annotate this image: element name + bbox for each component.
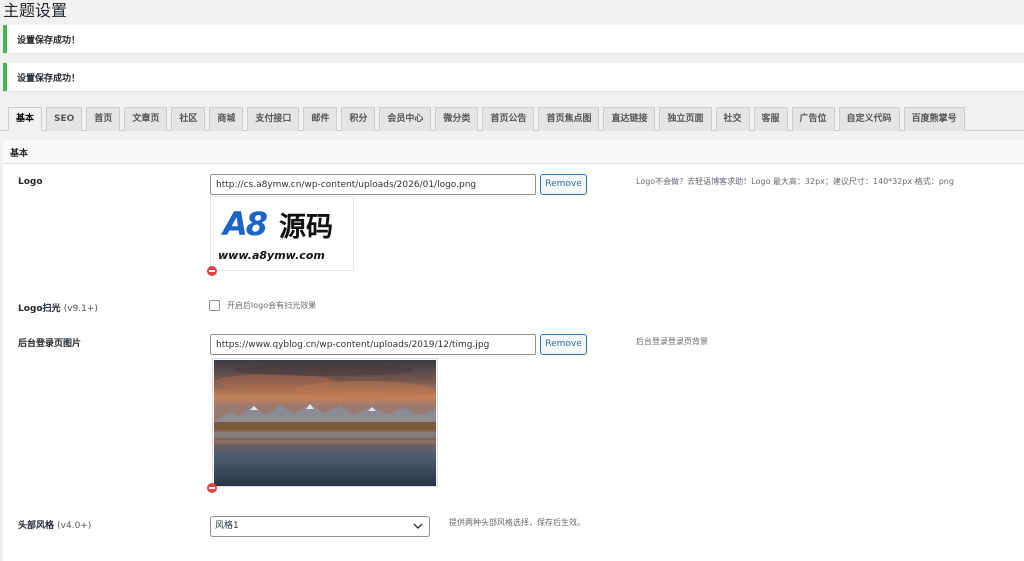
logo-preview: A8 源码 www.a8ymw.com	[210, 196, 354, 271]
tab-item[interactable]: 独立页面	[659, 107, 712, 131]
tab-item[interactable]: SEO	[46, 107, 83, 131]
tab-item[interactable]: 商城	[209, 107, 244, 131]
login-bg-label: 后台登录页图片	[18, 339, 82, 349]
remove-circle-icon[interactable]	[207, 266, 217, 276]
logo-remove-button[interactable]: Remove	[540, 174, 587, 195]
logo-url-input[interactable]	[210, 174, 536, 195]
landscape-image-svg	[214, 360, 436, 486]
chevron-down-icon	[413, 523, 423, 529]
tab-item[interactable]: 文章页	[124, 107, 168, 131]
logo-shine-checkbox-label: 开启后logo会有扫光效果	[227, 301, 317, 310]
tab-item[interactable]: 积分	[341, 107, 376, 131]
logo-description: Logo不会做？去轻语博客求助！Logo 最大高：32px；建议尺寸：140*3…	[636, 177, 954, 186]
notice-text: 设置保存成功！	[17, 36, 81, 46]
logo-brand-a8: A8	[223, 205, 268, 243]
tab-item[interactable]: 基本	[8, 107, 43, 131]
header-style-description: 提供两种头部风格选择，保存后生效。	[449, 518, 585, 527]
tab-item[interactable]: 自定义代码	[838, 107, 900, 131]
landscape-image	[214, 360, 436, 486]
logo-brand-cn: 源码	[279, 212, 333, 243]
tab-item[interactable]: 社交	[715, 107, 750, 131]
section-title: 基本	[10, 149, 29, 159]
tab-item[interactable]: 直达链接	[603, 107, 656, 131]
tab-item[interactable]: 微分类	[435, 107, 479, 131]
notice-text: 设置保存成功！	[17, 74, 81, 84]
success-notice: 设置保存成功！	[3, 25, 1024, 53]
logo-shine-checkbox[interactable]	[209, 300, 220, 311]
tab-item[interactable]: 首页焦点图	[538, 107, 600, 131]
login-bg-url-input[interactable]	[210, 334, 536, 355]
section-header: 基本	[3, 140, 1024, 164]
tab-item[interactable]: 客服	[753, 107, 788, 131]
login-bg-remove-button[interactable]: Remove	[540, 334, 587, 355]
logo-brand-url: www.a8ymw.com	[218, 249, 325, 262]
tab-item[interactable]: 首页	[86, 107, 121, 131]
tab-item[interactable]: 广告位	[791, 107, 835, 131]
logo-label: Logo	[18, 177, 43, 187]
tab-item[interactable]: 百度熊掌号	[903, 107, 965, 131]
tab-item[interactable]: 社区	[171, 107, 206, 131]
settings-tabs: 基本 SEO 首页 文章页 社区 商城 支付接口 邮件 积分 会员中心 微分类 首页公告 首页焦点图 直达…	[8, 107, 969, 131]
page-title: 主题设置	[3, 1, 68, 20]
remove-circle-icon[interactable]	[207, 483, 217, 493]
success-notice: 设置保存成功！	[3, 63, 1024, 91]
tab-item[interactable]: 会员中心	[379, 107, 432, 131]
header-style-label: 头部风格 (v4.0+)	[18, 521, 92, 531]
settings-panel	[3, 164, 1024, 561]
header-style-select[interactable]: 风格1	[210, 516, 430, 537]
login-bg-preview	[212, 358, 438, 487]
login-bg-description: 后台登录登录页背景	[636, 337, 708, 346]
header-style-selected: 风格1	[215, 521, 239, 531]
tab-item[interactable]: 邮件	[303, 107, 338, 131]
logo-shine-label: Logo扫光 (v9.1+)	[18, 304, 98, 314]
tab-item[interactable]: 首页公告	[482, 107, 535, 131]
tab-item[interactable]: 支付接口	[247, 107, 300, 131]
